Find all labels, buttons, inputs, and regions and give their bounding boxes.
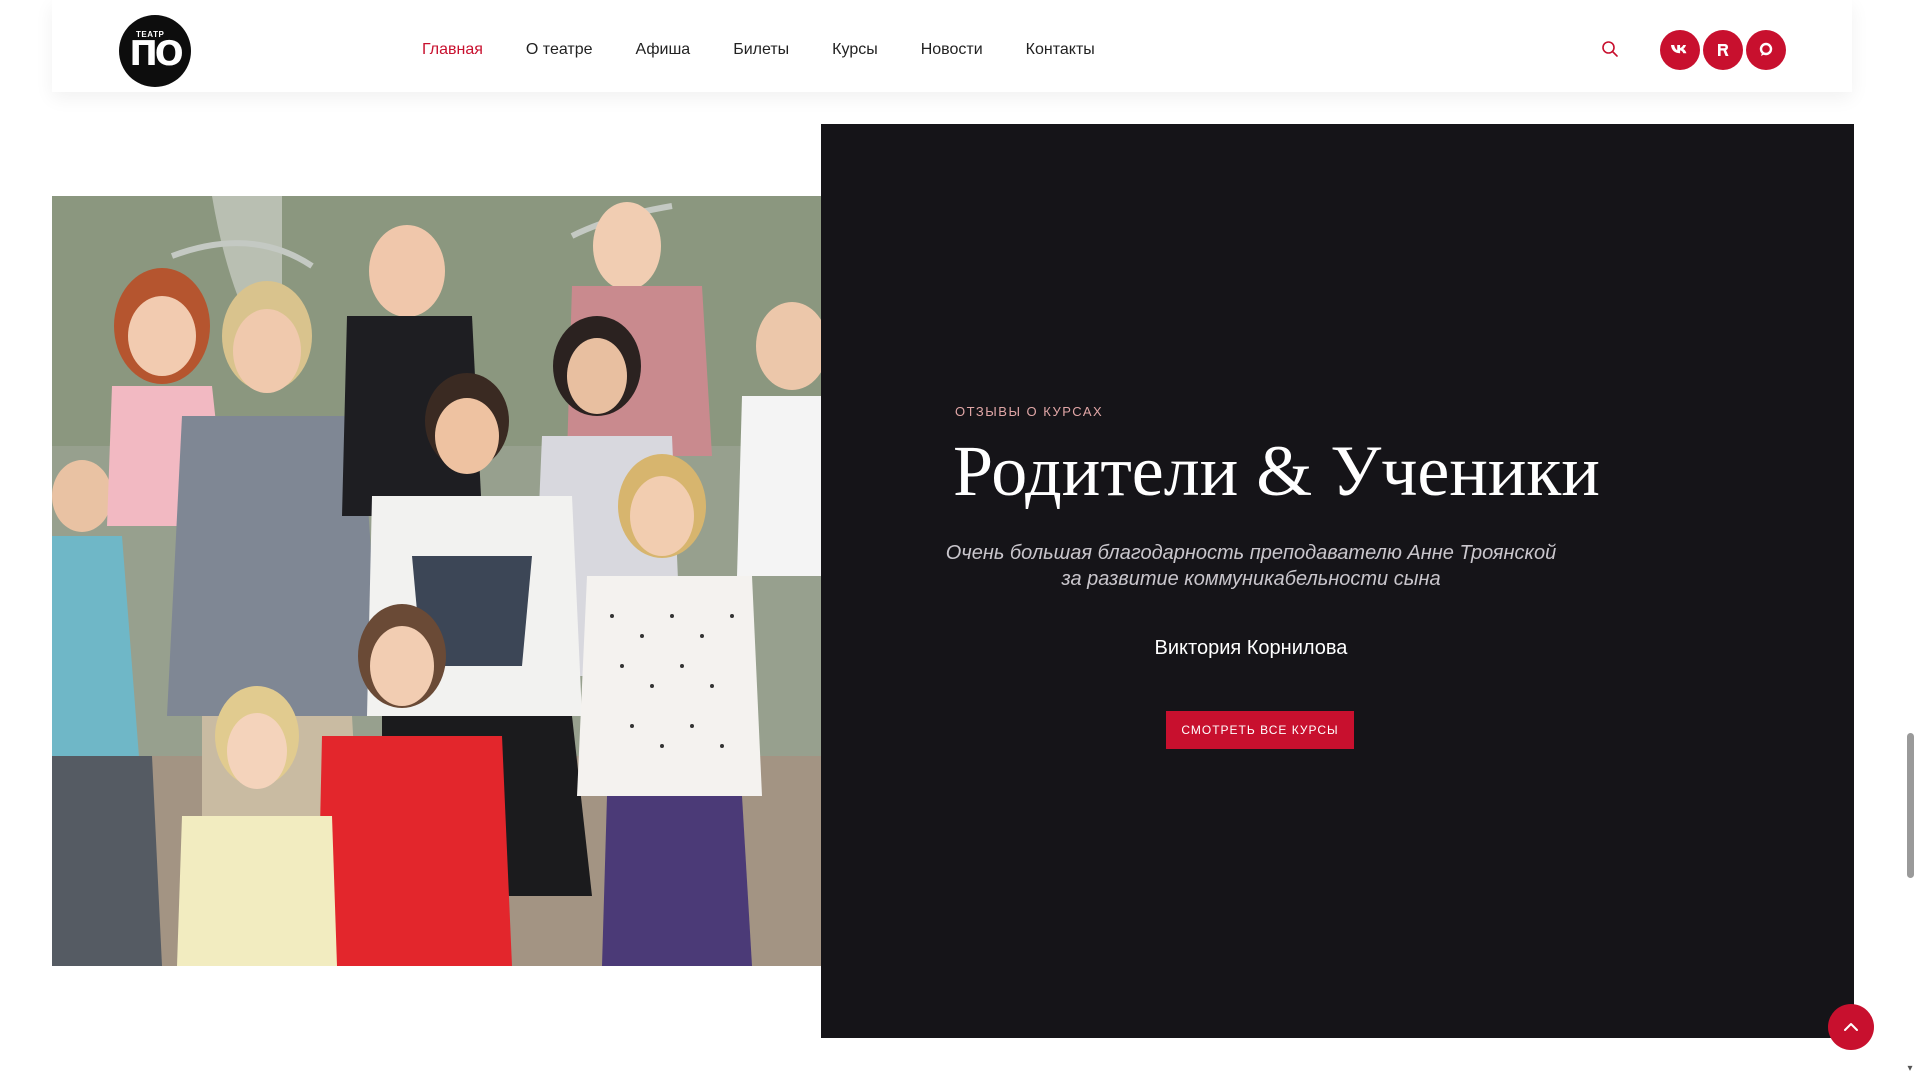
ok-icon[interactable] <box>1746 30 1786 70</box>
nav-item-contacts[interactable]: Контакты <box>1026 41 1095 59</box>
nav-item-courses[interactable]: Курсы <box>832 41 878 59</box>
section-eyebrow: Отзывы о курсах <box>955 404 1104 419</box>
scrollbar-thumb[interactable] <box>1907 733 1914 878</box>
view-all-courses-button[interactable]: Смотреть все курсы <box>1166 711 1354 749</box>
quote-line-1: Очень большая благодарность преподавател… <box>945 542 1557 564</box>
nav-item-playbill[interactable]: Афиша <box>636 41 691 59</box>
group-photo-image <box>52 196 821 966</box>
section-title: Родители & Ученики <box>953 431 1600 511</box>
theatre-logo[interactable]: ТЕАТР ПО <box>119 15 191 87</box>
scroll-down-arrow-icon[interactable]: ▾ <box>1904 1064 1916 1074</box>
back-to-top-button[interactable] <box>1828 1004 1874 1050</box>
logo-small-text: ТЕАТР <box>136 30 165 39</box>
nav-item-home[interactable]: Главная <box>422 41 483 59</box>
testimonial-author: Виктория Корнилова <box>1154 637 1348 659</box>
nav-item-news[interactable]: Новости <box>921 41 983 59</box>
chevron-up-icon <box>1844 1023 1858 1031</box>
main-nav: Главная О театре Афиша Билеты Курсы Ново… <box>422 0 1138 100</box>
testimonial-quote: Очень большая благодарность преподавател… <box>931 540 1571 592</box>
logo-mark: ПО <box>129 34 183 74</box>
nav-item-about[interactable]: О театре <box>526 41 593 59</box>
rutube-icon[interactable] <box>1703 30 1743 70</box>
site-header: ТЕАТР ПО Главная О театре Афиша Билеты К… <box>52 0 1852 92</box>
group-photo <box>52 196 821 966</box>
search-icon[interactable] <box>1601 40 1619 58</box>
quote-line-2: за развитие коммуникабельности сына <box>1061 568 1441 590</box>
testimonial-panel: Отзывы о курсах Родители & Ученики Очень… <box>821 124 1854 1038</box>
vk-icon[interactable] <box>1660 30 1700 70</box>
nav-item-tickets[interactable]: Билеты <box>733 41 789 59</box>
